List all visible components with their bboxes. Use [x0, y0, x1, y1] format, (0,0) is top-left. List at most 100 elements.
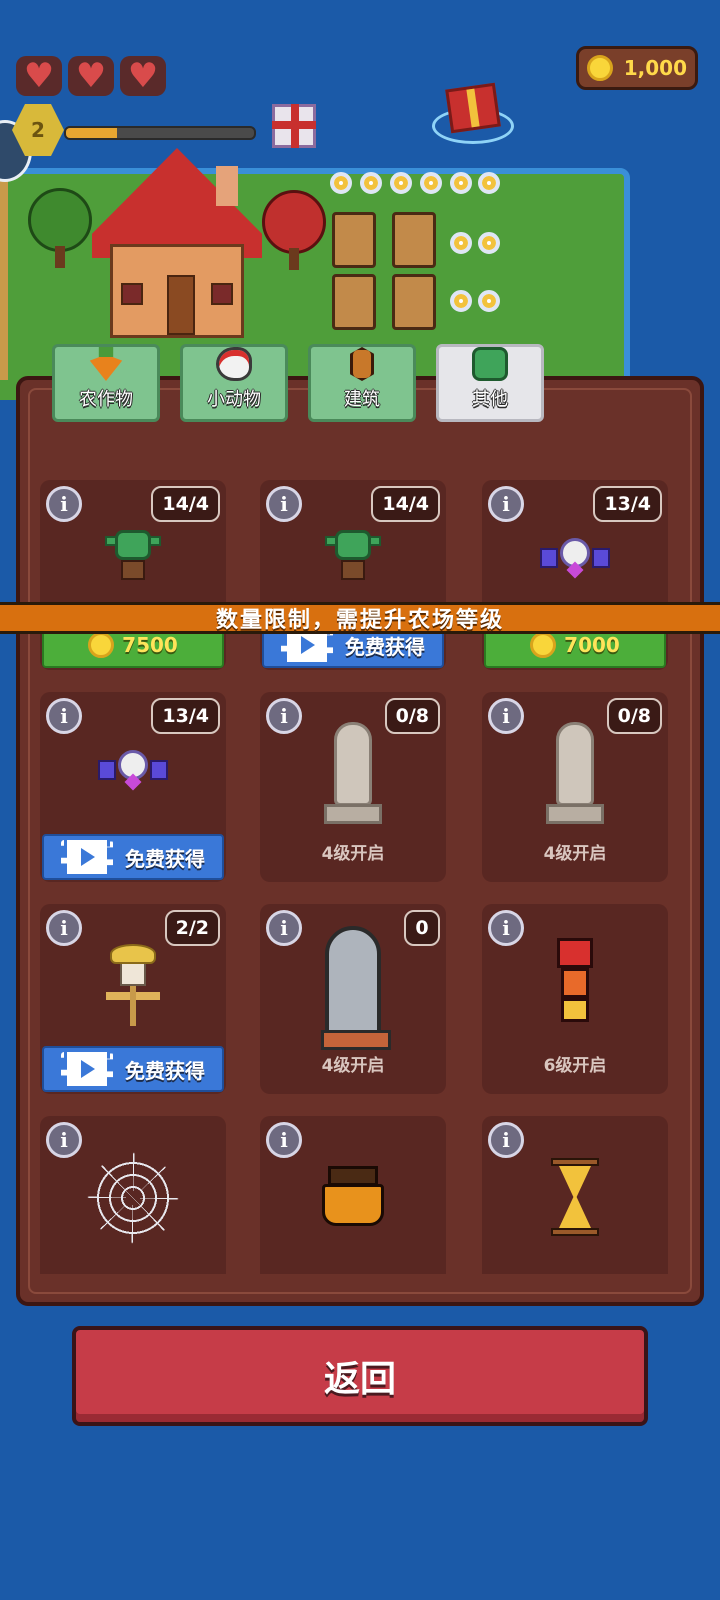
tab-animals[interactable]: 小动物	[180, 344, 288, 422]
tombstone-icon	[321, 926, 391, 1050]
item-count: 13/4	[593, 486, 662, 522]
flower	[478, 172, 500, 194]
free-video-button[interactable]: 免费获得	[42, 834, 224, 880]
item-card-scarecrow[interactable]: i 2/2 免费获得	[40, 904, 226, 1094]
free-label: 免费获得	[345, 634, 425, 659]
info-icon[interactable]: i	[46, 1122, 82, 1158]
flower	[330, 172, 352, 194]
statue-icon	[546, 722, 604, 826]
tab-label: 建筑	[344, 389, 380, 410]
chicken-icon	[216, 347, 252, 381]
item-card-robot[interactable]: i 13/4 免费获得	[40, 692, 226, 882]
coin-amount: 1,000	[623, 56, 687, 80]
heart-icon: ♥	[120, 56, 166, 96]
beehive[interactable]	[392, 274, 436, 330]
tab-other[interactable]: 其他	[436, 344, 544, 422]
item-card-cauldron[interactable]: i	[260, 1116, 446, 1274]
video-play-icon	[61, 840, 113, 874]
hourglass-icon	[551, 1158, 599, 1236]
info-icon[interactable]: i	[266, 698, 302, 734]
beehive[interactable]	[332, 212, 376, 268]
cauldron-icon	[322, 1166, 384, 1228]
coin-counter[interactable]: 1,000	[576, 46, 698, 90]
item-count: 2/2	[164, 910, 220, 946]
free-label: 免费获得	[125, 1058, 205, 1083]
beehive[interactable]	[392, 212, 436, 268]
goblin-icon	[472, 347, 508, 381]
free-label: 免费获得	[125, 846, 205, 871]
tab-buildings[interactable]: 建筑	[308, 344, 416, 422]
flower	[390, 172, 412, 194]
spider-web-icon	[81, 1146, 185, 1250]
flower	[450, 290, 472, 312]
tab-label: 农作物	[79, 389, 133, 410]
info-icon[interactable]: i	[46, 486, 82, 522]
item-count: 0/8	[384, 698, 440, 734]
tab-crops[interactable]: 农作物	[52, 344, 160, 422]
limit-warning-banner: 数量限制，需提升农场等级	[0, 602, 720, 634]
info-icon[interactable]: i	[266, 1122, 302, 1158]
video-play-icon	[61, 1052, 113, 1086]
tab-label: 小动物	[207, 389, 261, 410]
price: 7500	[122, 633, 178, 657]
firefighter-icon	[551, 938, 599, 1024]
floating-gift-icon[interactable]	[432, 82, 514, 144]
item-count: 14/4	[151, 486, 220, 522]
unlock-level-text: 4级开启	[321, 1056, 385, 1076]
robot-drone-icon	[540, 534, 610, 580]
tab-label: 其他	[472, 389, 508, 410]
gift-icon[interactable]	[272, 104, 316, 148]
flower	[450, 172, 472, 194]
info-icon[interactable]: i	[46, 910, 82, 946]
item-card-statue[interactable]: i 0/8 4级开启	[260, 692, 446, 882]
unlock-level-text: 4级开启	[543, 844, 607, 864]
item-grid: i 14/4 7500 i 14/4 免费获得 i 13/4 7000 i 13…	[40, 480, 670, 1274]
item-count: 14/4	[371, 486, 440, 522]
back-button[interactable]: 返回	[72, 1326, 648, 1426]
item-card-spider-web[interactable]: i	[40, 1116, 226, 1274]
info-icon[interactable]: i	[266, 486, 302, 522]
coin-icon	[530, 632, 557, 658]
free-video-button[interactable]: 免费获得	[42, 1046, 224, 1092]
info-icon[interactable]: i	[488, 910, 524, 946]
info-icon[interactable]: i	[46, 698, 82, 734]
item-card-tombstone[interactable]: i 0 4级开启	[260, 904, 446, 1094]
flower	[450, 232, 472, 254]
item-card-robot[interactable]: i 13/4 7000	[482, 480, 668, 670]
category-tabs: 农作物 小动物 建筑 其他	[52, 344, 544, 422]
flower	[360, 172, 382, 194]
goblin-icon	[105, 530, 161, 582]
lives: ♥ ♥ ♥	[16, 56, 166, 96]
heart-icon: ♥	[68, 56, 114, 96]
item-count: 13/4	[151, 698, 220, 734]
unlock-level-text: 4级开启	[321, 844, 385, 864]
info-icon[interactable]: i	[488, 698, 524, 734]
green-tree	[28, 188, 92, 268]
flower	[420, 172, 442, 194]
info-icon[interactable]: i	[488, 1122, 524, 1158]
unlock-level-text: 6级开启	[543, 1056, 607, 1076]
xp-progress-bar	[64, 126, 256, 140]
item-card-firefighter[interactable]: i 6级开启	[482, 904, 668, 1094]
item-card-hourglass[interactable]: i	[482, 1116, 668, 1274]
price: 7000	[564, 633, 620, 657]
robot-drone-icon	[98, 746, 168, 792]
farmhouse[interactable]	[92, 148, 262, 338]
coin-icon	[88, 632, 115, 658]
info-icon[interactable]: i	[266, 910, 302, 946]
item-card-statue[interactable]: i 0/8 4级开启	[482, 692, 668, 882]
scarecrow-icon	[106, 944, 160, 1028]
item-count: 0	[404, 910, 440, 946]
flower	[478, 232, 500, 254]
statue-icon	[324, 722, 382, 826]
item-card-goblin[interactable]: i 14/4 免费获得	[260, 480, 446, 670]
item-card-goblin[interactable]: i 14/4 7500	[40, 480, 226, 670]
heart-icon: ♥	[16, 56, 62, 96]
carrot-icon	[89, 347, 123, 381]
red-tree	[262, 190, 326, 270]
coin-icon	[587, 55, 613, 81]
flower	[478, 290, 500, 312]
xp-progress-fill	[66, 128, 117, 138]
info-icon[interactable]: i	[488, 486, 524, 522]
beehive[interactable]	[332, 274, 376, 330]
